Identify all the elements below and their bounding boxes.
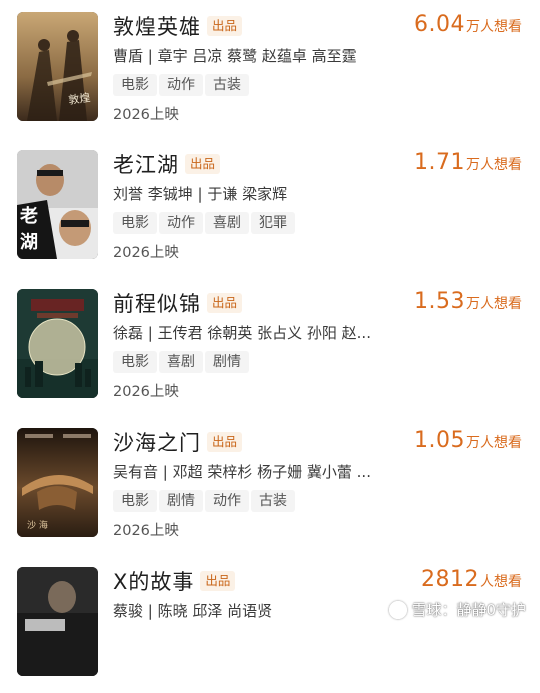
movie-title[interactable]: 前程似锦 bbox=[113, 288, 201, 318]
poster-art-dunhuang: 敦煌 bbox=[17, 12, 98, 121]
poster-image[interactable]: 老 湖 bbox=[17, 150, 98, 259]
svg-text:老: 老 bbox=[20, 205, 38, 227]
genre-tag: 喜剧 bbox=[159, 351, 203, 373]
genre-tag: 动作 bbox=[205, 490, 249, 512]
genre-tag: 犯罪 bbox=[251, 212, 295, 234]
genre-tag: 动作 bbox=[159, 212, 203, 234]
produced-badge: 出品 bbox=[207, 16, 243, 36]
genre-tag: 剧情 bbox=[159, 490, 203, 512]
poster-art-shahaizhimen: 沙 海 bbox=[17, 428, 98, 537]
release-date: 2026上映 bbox=[113, 107, 179, 123]
want-count-unit: 万人想看 bbox=[466, 19, 522, 35]
want-to-see-count: 1.53 万人想看 bbox=[414, 289, 522, 314]
want-to-see-count: 6.04 万人想看 bbox=[414, 12, 522, 37]
movie-item-laojianghu[interactable]: 老 湖 老江湖 出品 刘誉 李铖坤 | 于谦 梁家辉 电影 动作 喜剧 犯罪 2… bbox=[0, 138, 540, 276]
svg-text:沙 海: 沙 海 bbox=[27, 519, 48, 531]
genre-tag: 喜剧 bbox=[205, 212, 249, 234]
genre-tag: 动作 bbox=[159, 74, 203, 96]
want-count-number: 1.71 bbox=[414, 150, 465, 175]
genre-tag: 电影 bbox=[113, 74, 157, 96]
want-count-number: 2812 bbox=[421, 567, 479, 592]
want-count-unit: 万人想看 bbox=[466, 296, 522, 312]
genre-tag: 古装 bbox=[251, 490, 295, 512]
produced-badge: 出品 bbox=[207, 432, 243, 452]
want-count-number: 1.53 bbox=[414, 289, 465, 314]
movie-item-dunhuang[interactable]: 敦煌 敦煌英雄 出品 曹盾 | 章宇 吕凉 蔡鹭 赵蕴卓 高至霆 电影 动作 古… bbox=[0, 0, 540, 138]
genre-tag: 古装 bbox=[205, 74, 249, 96]
want-count-unit: 人想看 bbox=[480, 574, 522, 590]
produced-badge: 出品 bbox=[200, 571, 236, 591]
genre-tags: 电影 剧情 动作 古装 bbox=[113, 490, 295, 512]
movie-item-shahaizhimen[interactable]: 沙 海 沙海之门 出品 吴有音 | 邓超 荣梓杉 杨子姗 冀小蕾 ... 电影 … bbox=[0, 416, 540, 554]
release-date: 2026上映 bbox=[113, 245, 179, 261]
want-to-see-count: 1.05 万人想看 bbox=[414, 428, 522, 453]
genre-tag: 电影 bbox=[113, 212, 157, 234]
movie-title[interactable]: 沙海之门 bbox=[113, 427, 201, 457]
movie-title[interactable]: 老江湖 bbox=[113, 149, 179, 179]
genre-tag: 电影 bbox=[113, 490, 157, 512]
snowball-logo-icon bbox=[389, 600, 408, 619]
watermark: 雪球：静静0守护 bbox=[389, 599, 526, 620]
watermark-text: 雪球：静静0守护 bbox=[411, 601, 526, 619]
want-count-number: 6.04 bbox=[414, 12, 465, 37]
movie-title[interactable]: 敦煌英雄 bbox=[113, 11, 201, 41]
produced-badge: 出品 bbox=[185, 154, 221, 174]
poster-image[interactable]: 敦煌 bbox=[17, 12, 98, 121]
poster-art-qianchengsijin bbox=[17, 289, 98, 398]
want-count-number: 1.05 bbox=[414, 428, 465, 453]
release-date: 2026上映 bbox=[113, 384, 179, 400]
genre-tag: 剧情 bbox=[205, 351, 249, 373]
poster-image[interactable]: 沙 海 bbox=[17, 428, 98, 537]
poster-image[interactable] bbox=[17, 289, 98, 398]
want-count-unit: 万人想看 bbox=[466, 157, 522, 173]
poster-art-laojianghu: 老 湖 bbox=[17, 150, 98, 259]
movie-cast: 曹盾 | 章宇 吕凉 蔡鹭 赵蕴卓 高至霆 bbox=[113, 47, 357, 65]
genre-tag: 电影 bbox=[113, 351, 157, 373]
svg-text:湖: 湖 bbox=[20, 232, 38, 253]
movie-item-qianchengsijin[interactable]: 前程似锦 出品 徐磊 | 王传君 徐朝英 张占义 孙阳 赵... 电影 喜剧 剧… bbox=[0, 277, 540, 415]
want-to-see-count: 2812 人想看 bbox=[421, 567, 522, 592]
want-count-unit: 万人想看 bbox=[466, 435, 522, 451]
genre-tags: 电影 喜剧 剧情 bbox=[113, 351, 249, 373]
movie-item-xdegushi[interactable]: X的故事 出品 蔡骏 | 陈晓 邱泽 尚语贤 2812 人想看 bbox=[0, 555, 540, 693]
movie-title[interactable]: X的故事 bbox=[113, 566, 194, 596]
produced-badge: 出品 bbox=[207, 293, 243, 313]
want-to-see-count: 1.71 万人想看 bbox=[414, 150, 522, 175]
movie-cast: 刘誉 李铖坤 | 于谦 梁家辉 bbox=[113, 185, 288, 203]
movie-cast: 徐磊 | 王传君 徐朝英 张占义 孙阳 赵... bbox=[113, 324, 371, 342]
genre-tags: 电影 动作 古装 bbox=[113, 74, 249, 96]
release-date: 2026上映 bbox=[113, 523, 179, 539]
movie-cast: 蔡骏 | 陈晓 邱泽 尚语贤 bbox=[113, 602, 273, 620]
movie-cast: 吴有音 | 邓超 荣梓杉 杨子姗 冀小蕾 ... bbox=[113, 463, 371, 481]
genre-tags: 电影 动作 喜剧 犯罪 bbox=[113, 212, 295, 234]
